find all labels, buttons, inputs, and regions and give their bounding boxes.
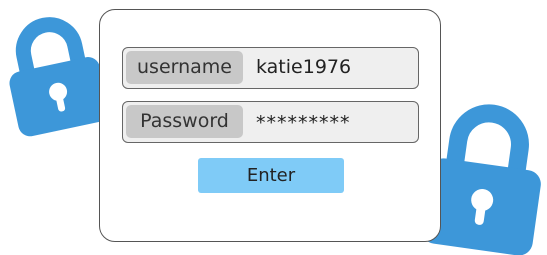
username-value[interactable]: katie1976 bbox=[256, 48, 351, 87]
username-label: username bbox=[126, 51, 243, 84]
enter-button[interactable]: Enter bbox=[198, 158, 344, 193]
username-field[interactable]: username katie1976 bbox=[122, 47, 419, 89]
password-value[interactable]: ********* bbox=[256, 104, 351, 143]
padlock-icon bbox=[2, 12, 110, 137]
password-field[interactable]: Password ********* bbox=[122, 101, 419, 143]
login-form: username katie1976 Password ********* En… bbox=[99, 9, 441, 242]
password-label: Password bbox=[126, 105, 243, 138]
